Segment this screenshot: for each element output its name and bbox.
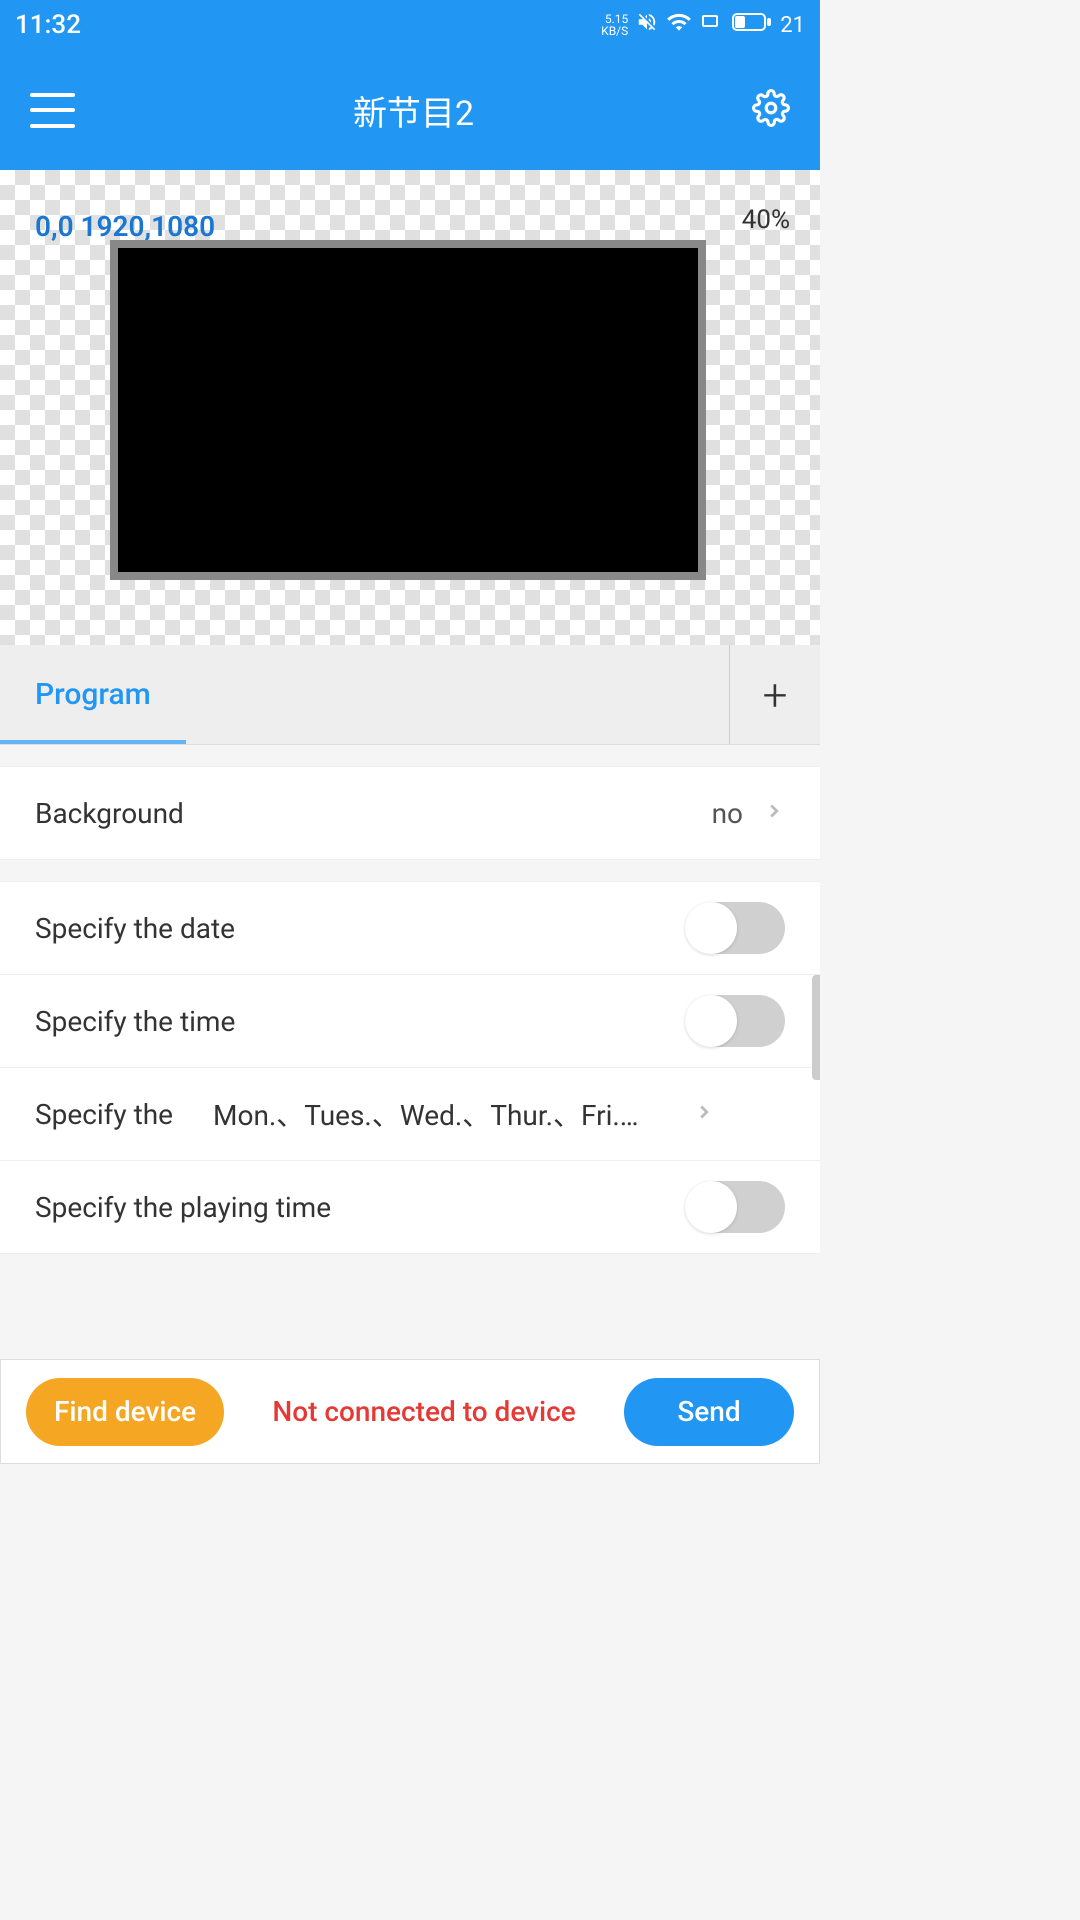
connection-status: Not connected to device bbox=[244, 1395, 604, 1428]
bottom-bar: Find device Not connected to device Send bbox=[0, 1359, 820, 1464]
chevron-right-icon bbox=[693, 1097, 715, 1131]
setting-specify-week[interactable]: Specify the Mon.、Tues.、Wed.、Thur.、Fri.… bbox=[0, 1068, 820, 1161]
toggle-time[interactable] bbox=[685, 995, 785, 1047]
coordinates-label: 0,0 1920,1080 bbox=[35, 210, 215, 243]
settings-list: Background no Specify the date Specify t… bbox=[0, 745, 820, 1254]
tab-bar: Program + bbox=[0, 645, 820, 745]
plus-icon: + bbox=[763, 669, 788, 721]
toggle-date[interactable] bbox=[685, 902, 785, 954]
setting-value: no bbox=[712, 797, 743, 830]
setting-specify-date[interactable]: Specify the date bbox=[0, 882, 820, 975]
app-header: 新节目2 bbox=[0, 50, 820, 170]
send-button[interactable]: Send bbox=[624, 1378, 794, 1446]
status-time: 11:32 bbox=[15, 10, 81, 40]
setting-background[interactable]: Background no bbox=[0, 767, 820, 860]
setting-specify-time[interactable]: Specify the time bbox=[0, 975, 820, 1068]
scroll-indicator[interactable] bbox=[812, 975, 820, 1080]
settings-icon[interactable] bbox=[752, 89, 790, 131]
network-speed: 5.15 KB/S bbox=[601, 13, 628, 37]
wifi-icon bbox=[666, 9, 692, 41]
mute-icon bbox=[636, 11, 658, 39]
setting-label: Specify the date bbox=[35, 912, 685, 945]
battery-percent: 21 bbox=[780, 13, 805, 38]
zoom-level: 40% bbox=[742, 205, 790, 235]
rotation-icon bbox=[700, 10, 724, 40]
setting-playing-time[interactable]: Specify the playing time bbox=[0, 1161, 820, 1254]
setting-week-value: Mon.、Tues.、Wed.、Thur.、Fri.… bbox=[213, 1094, 673, 1134]
menu-icon[interactable] bbox=[30, 93, 75, 128]
add-button[interactable]: + bbox=[730, 645, 820, 744]
setting-label: Specify the time bbox=[35, 1005, 685, 1038]
setting-label: Background bbox=[35, 797, 712, 830]
status-indicators: 5.15 KB/S 21 bbox=[601, 9, 805, 41]
status-bar: 11:32 5.15 KB/S 21 bbox=[0, 0, 820, 50]
preview-canvas[interactable]: 0,0 1920,1080 40% bbox=[0, 170, 820, 645]
chevron-right-icon bbox=[763, 796, 785, 830]
preview-screen[interactable] bbox=[110, 240, 706, 580]
battery-icon bbox=[732, 11, 772, 39]
toggle-playing-time[interactable] bbox=[685, 1181, 785, 1233]
setting-label: Specify the bbox=[35, 1098, 173, 1131]
tab-program[interactable]: Program bbox=[0, 645, 186, 744]
page-title: 新节目2 bbox=[353, 86, 474, 135]
setting-label: Specify the playing time bbox=[35, 1191, 685, 1224]
find-device-button[interactable]: Find device bbox=[26, 1378, 224, 1446]
